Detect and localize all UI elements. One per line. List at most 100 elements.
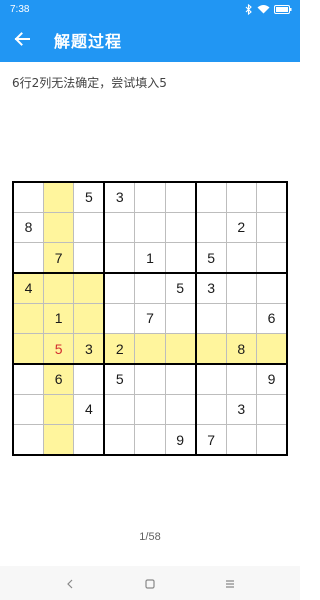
sudoku-cell: 5 bbox=[42, 333, 75, 365]
sudoku-row: 7 15 bbox=[12, 242, 288, 274]
sudoku-cell bbox=[12, 363, 44, 395]
sudoku-cell: 4 bbox=[12, 272, 44, 304]
wifi-icon bbox=[257, 4, 270, 14]
sudoku-cell bbox=[134, 181, 166, 213]
page-title: 解题过程 bbox=[54, 32, 123, 51]
sudoku-cell: 3 bbox=[195, 272, 227, 304]
sudoku-cell bbox=[256, 424, 288, 456]
sudoku-cell bbox=[195, 363, 227, 395]
sudoku-cell bbox=[103, 272, 136, 304]
sudoku-cell bbox=[164, 211, 197, 244]
sudoku-cell: 7 bbox=[42, 242, 75, 274]
status-time: 7:38 bbox=[10, 3, 30, 15]
sudoku-cell bbox=[195, 333, 227, 365]
sudoku-cell bbox=[225, 424, 258, 456]
step-counter: 1/58 bbox=[139, 531, 161, 543]
sudoku-cell: 3 bbox=[225, 393, 258, 426]
sudoku-cell: 7 bbox=[195, 424, 227, 456]
sudoku-cell bbox=[134, 272, 166, 304]
sudoku-cell: 8 bbox=[12, 211, 44, 244]
sudoku-row: 97 bbox=[12, 424, 288, 456]
sudoku-cell bbox=[42, 424, 75, 456]
sudoku-cell: 3 bbox=[73, 333, 106, 365]
sudoku-row: 1 7 6 bbox=[12, 302, 288, 335]
sudoku-cell: 2 bbox=[103, 333, 136, 365]
sudoku-cell bbox=[73, 211, 106, 244]
sudoku-cell bbox=[195, 302, 227, 335]
back-button[interactable] bbox=[0, 18, 44, 62]
solve-step-hint: 6行2列无法确定，尝试填入5 bbox=[12, 76, 167, 90]
sudoku-cell: 3 bbox=[103, 181, 136, 213]
sudoku-cell bbox=[73, 302, 106, 335]
sudoku-cell: 9 bbox=[256, 363, 288, 395]
sudoku-row: 4 53 bbox=[12, 272, 288, 304]
sudoku-row: 43 bbox=[12, 393, 288, 426]
sudoku-cell: 5 bbox=[195, 242, 227, 274]
sudoku-grid: 538271545317653286594397 bbox=[12, 181, 288, 456]
sudoku-cell: 5 bbox=[103, 363, 136, 395]
sudoku-cell bbox=[195, 211, 227, 244]
sudoku-cell bbox=[42, 272, 75, 304]
sudoku-row: 53 bbox=[12, 181, 288, 213]
sudoku-row: 82 bbox=[12, 211, 288, 244]
sudoku-cell bbox=[42, 181, 75, 213]
sudoku-cell bbox=[103, 302, 136, 335]
sudoku-cell bbox=[164, 302, 197, 335]
sudoku-cell bbox=[12, 393, 44, 426]
sudoku-cell bbox=[225, 181, 258, 213]
nav-home-button[interactable] bbox=[130, 568, 170, 598]
sudoku-cell bbox=[12, 181, 44, 213]
sudoku-cell: 8 bbox=[225, 333, 258, 365]
sudoku-cell bbox=[134, 393, 166, 426]
nav-back-button[interactable] bbox=[50, 568, 90, 598]
sudoku-cell bbox=[42, 211, 75, 244]
sudoku-cell bbox=[73, 363, 106, 395]
system-nav-bar bbox=[0, 566, 300, 600]
nav-menu-icon bbox=[225, 574, 235, 593]
nav-menu-button[interactable] bbox=[210, 568, 250, 598]
sudoku-cell: 1 bbox=[42, 302, 75, 335]
sudoku-row: 65 9 bbox=[12, 363, 288, 395]
sudoku-cell: 7 bbox=[134, 302, 166, 335]
sudoku-cell bbox=[256, 211, 288, 244]
app-header: 7:38 解题过程 bbox=[0, 0, 300, 62]
sudoku-row: 532 8 bbox=[12, 333, 288, 365]
sudoku-cell bbox=[225, 302, 258, 335]
status-bar: 7:38 bbox=[0, 0, 300, 18]
sudoku-cell bbox=[42, 393, 75, 426]
sudoku-cell bbox=[256, 181, 288, 213]
sudoku-cell bbox=[256, 333, 288, 365]
sudoku-cell: 2 bbox=[225, 211, 258, 244]
toolbar: 解题过程 bbox=[0, 18, 300, 62]
sudoku-cell: 6 bbox=[42, 363, 75, 395]
sudoku-cell bbox=[195, 181, 227, 213]
sudoku-cell: 1 bbox=[134, 242, 166, 274]
nav-back-icon bbox=[66, 574, 74, 593]
sudoku-cell bbox=[73, 272, 106, 304]
sudoku-cell bbox=[256, 272, 288, 304]
sudoku-cell bbox=[256, 393, 288, 426]
sudoku-cell bbox=[164, 181, 197, 213]
sudoku-cell bbox=[73, 424, 106, 456]
sudoku-board: 538271545317653286594397 bbox=[12, 181, 288, 456]
sudoku-cell: 6 bbox=[256, 302, 288, 335]
sudoku-cell bbox=[12, 424, 44, 456]
sudoku-cell bbox=[103, 211, 136, 244]
arrow-left-icon bbox=[14, 31, 30, 50]
sudoku-cell bbox=[164, 333, 197, 365]
sudoku-cell bbox=[164, 363, 197, 395]
sudoku-cell: 4 bbox=[73, 393, 106, 426]
status-icons bbox=[245, 3, 292, 15]
sudoku-cell bbox=[103, 393, 136, 426]
sudoku-cell bbox=[103, 242, 136, 274]
sudoku-cell bbox=[225, 242, 258, 274]
sudoku-cell bbox=[73, 242, 106, 274]
sudoku-cell bbox=[134, 424, 166, 456]
sudoku-cell bbox=[103, 424, 136, 456]
sudoku-cell bbox=[164, 393, 197, 426]
sudoku-cell bbox=[225, 363, 258, 395]
sudoku-cell bbox=[12, 302, 44, 335]
sudoku-cell: 5 bbox=[164, 272, 197, 304]
sudoku-cell bbox=[134, 211, 166, 244]
sudoku-cell: 5 bbox=[73, 181, 106, 213]
